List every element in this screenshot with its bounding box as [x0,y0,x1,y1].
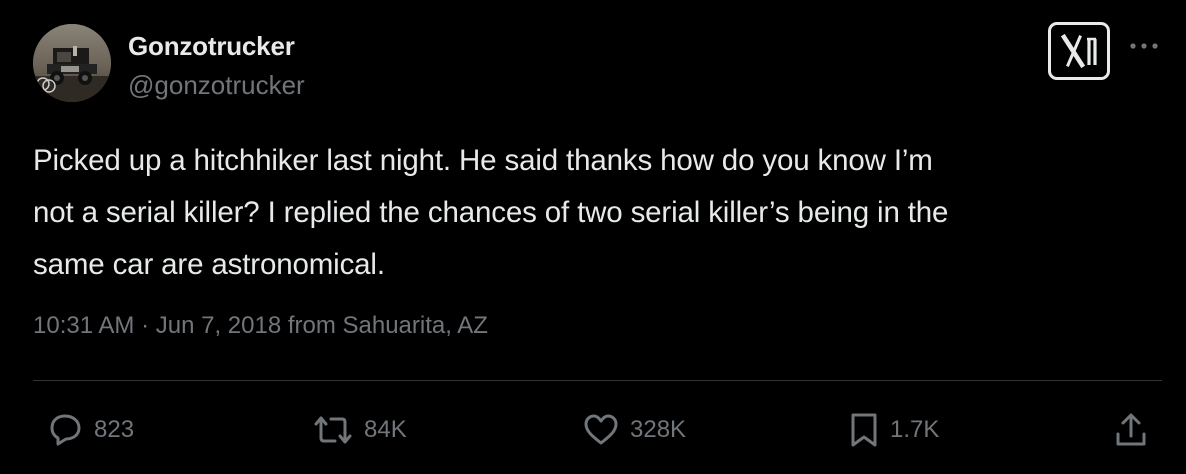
reply-icon [50,414,81,446]
tweet-text: Picked up a hitchhiker last night. He sa… [33,144,949,281]
more-dots-icon [1130,43,1158,49]
x-logo-icon [1060,33,1097,69]
bookmark-count: 1.7K [890,416,940,443]
author-display-name[interactable]: Gonzotrucker [128,31,295,62]
avatar[interactable] [33,24,111,102]
divider [33,380,1162,381]
share-button[interactable] [1112,410,1150,450]
x-logo-button[interactable] [1048,22,1110,80]
retweet-icon [314,416,352,444]
truck-photo-icon [33,24,111,102]
reply-count: 823 [94,416,135,443]
heart-icon [584,414,618,445]
retweet-count: 84K [364,416,407,443]
bookmark-button[interactable]: 1.7K [846,410,939,450]
like-count: 328K [630,416,687,443]
retweet-button[interactable]: 84K [310,410,407,450]
tweet-card: Gonzotrucker @gonzotrucker Picked up a h… [0,0,1186,474]
share-icon [1116,413,1146,446]
like-button[interactable]: 328K [580,410,686,450]
reply-button[interactable]: 823 [44,410,134,450]
more-options-button[interactable] [1128,36,1160,56]
tweet-timestamp-location[interactable]: 10:31 AM · Jun 7, 2018 from Sahuarita, A… [33,312,488,340]
author-handle[interactable]: @gonzotrucker [128,70,305,101]
bookmark-icon [851,413,877,447]
